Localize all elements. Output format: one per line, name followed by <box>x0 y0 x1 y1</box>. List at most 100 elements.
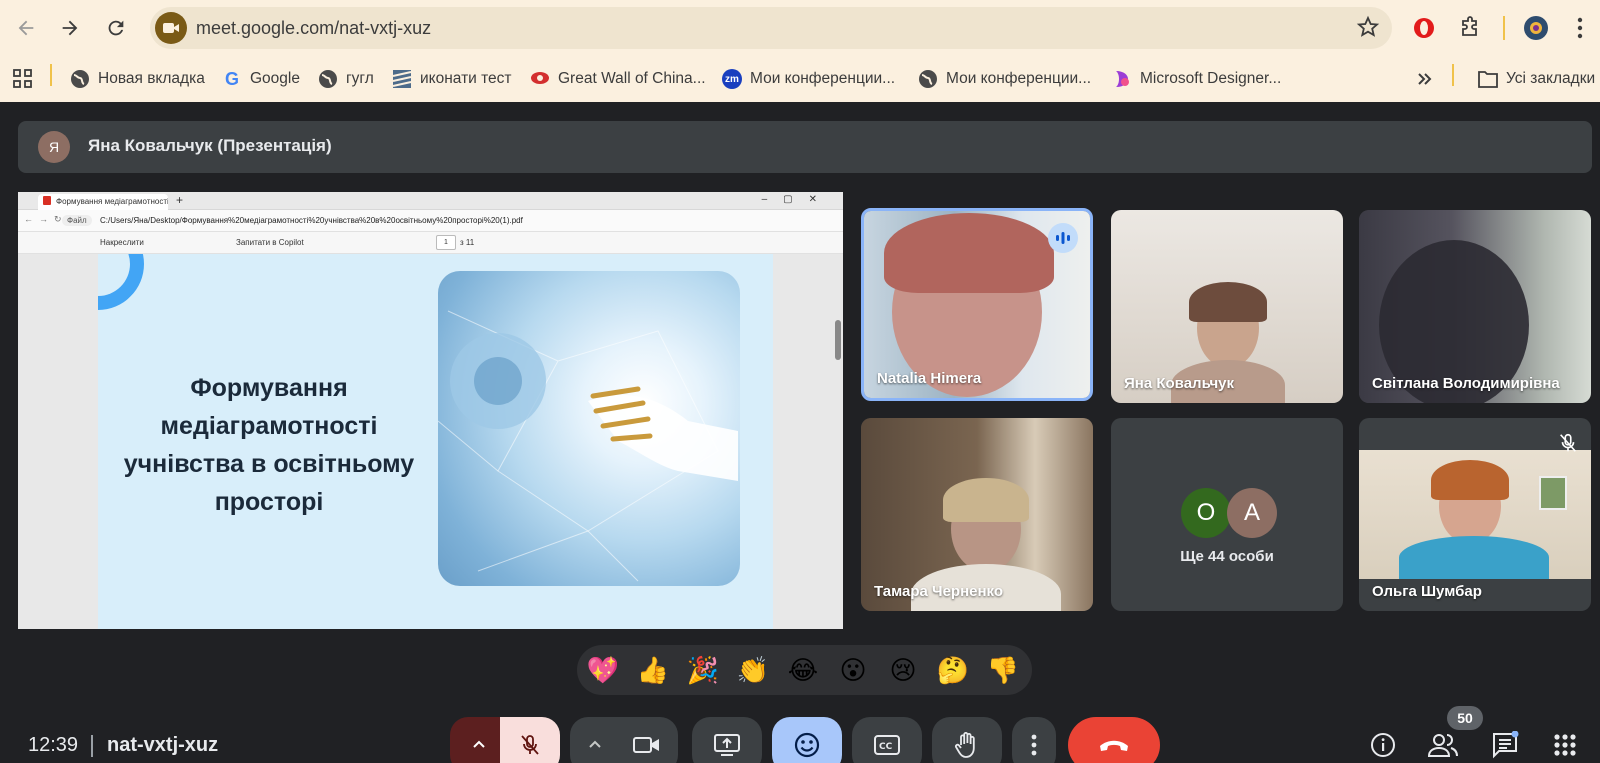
captions-icon: CC <box>874 735 900 755</box>
speaking-indicator-icon <box>1048 223 1078 253</box>
globe-icon <box>918 69 938 89</box>
emoji-icon <box>794 732 820 758</box>
people-count-badge: 50 <box>1447 706 1483 730</box>
more-options-button[interactable] <box>1012 717 1056 763</box>
back-button[interactable] <box>12 14 40 42</box>
meeting-code: nat-vxtj-xuz <box>107 734 219 756</box>
participant-tile[interactable]: Ольга Шумбар <box>1359 418 1591 611</box>
pdf-tab-icon <box>43 196 51 205</box>
camera-toggle-button[interactable] <box>616 717 678 763</box>
participant-tile[interactable]: Світлана Володимирівна <box>1359 210 1591 403</box>
participant-name: Яна Ковальчук <box>1124 375 1235 392</box>
browser-menu-icon[interactable] <box>1566 14 1594 42</box>
reaction-thumbs-down[interactable]: 👎 <box>985 653 1021 689</box>
bookmark-star-icon[interactable] <box>1356 15 1380 44</box>
reactions-button[interactable] <box>772 717 842 763</box>
shared-scrollbar <box>835 320 841 360</box>
bookmark-item[interactable]: zm Мои конференции... <box>722 66 895 92</box>
bookmarks-separator <box>50 64 52 86</box>
profile-avatar[interactable] <box>1522 14 1550 42</box>
stack-icon <box>392 69 412 89</box>
participant-name: Тамара Черненко <box>874 583 1004 600</box>
participant-name: Ольга Шумбар <box>1372 583 1482 600</box>
presenter-banner: Я Яна Ковальчук (Презентація) <box>18 121 1592 173</box>
avatar: Я <box>38 131 70 163</box>
page-total: з 11 <box>460 238 475 247</box>
reaction-laugh[interactable]: 😂 <box>785 653 821 689</box>
mic-off-icon <box>521 735 539 755</box>
hair <box>884 213 1054 293</box>
activities-grid-icon[interactable] <box>1550 730 1580 760</box>
site-info-icon[interactable] <box>155 12 187 44</box>
browser-toolbar: meet.google.com/nat-vxtj-xuz <box>0 0 1600 56</box>
page-number-field: 1 <box>436 235 456 250</box>
leave-call-button[interactable] <box>1068 717 1160 763</box>
extensions-puzzle-icon[interactable] <box>1456 14 1484 42</box>
bookmark-item[interactable]: гугл <box>318 66 374 92</box>
bookmark-item[interactable]: иконати тест <box>392 66 512 92</box>
apps-grid-icon[interactable] <box>12 66 34 92</box>
zoom-icon: zm <box>722 69 742 89</box>
slide-decoration <box>98 254 164 330</box>
bookmark-item[interactable]: G Google <box>222 66 300 92</box>
slide: Формування медіаграмотності учнівства в … <box>98 254 773 629</box>
shared-screen: Формування медіаграмотності + –▢✕ ←→↻ Фа… <box>18 192 843 629</box>
captions-button[interactable]: CC <box>852 717 922 763</box>
reaction-clap[interactable]: 👏 <box>735 653 771 689</box>
participant-tile[interactable]: Яна Ковальчук <box>1111 210 1343 403</box>
present-screen-button[interactable] <box>692 717 762 763</box>
bookmark-item[interactable]: Новая вкладка <box>70 66 205 92</box>
avatar: А <box>1227 488 1277 538</box>
raise-hand-button[interactable] <box>932 717 1002 763</box>
file-chip: Файл <box>62 215 92 226</box>
pdf-canvas: Формування медіаграмотності учнівства в … <box>18 254 843 629</box>
hair <box>1189 282 1267 322</box>
chevron-up-icon <box>589 740 601 748</box>
others-count: Ще 44 особи <box>1180 548 1274 565</box>
folder-icon <box>1478 69 1498 89</box>
reload-button[interactable] <box>102 14 130 42</box>
bookmarks-separator <box>1452 64 1454 86</box>
present-icon <box>714 734 740 756</box>
people-icon[interactable] <box>1428 730 1458 760</box>
google-icon: G <box>224 68 239 89</box>
bookmark-item[interactable]: Great Wall of China... <box>530 66 706 92</box>
video-options-button[interactable] <box>570 717 620 763</box>
window-controls: –▢✕ <box>761 194 833 205</box>
opera-extension-icon[interactable] <box>1410 14 1438 42</box>
mic-off-icon <box>1555 430 1581 456</box>
shared-address-bar: ←→↻ Файл C:/Users/Яна/Desktop/Формування… <box>18 210 843 232</box>
shared-path: C:/Users/Яна/Desktop/Формування%20медіаг… <box>100 216 523 225</box>
draw-tool: Накреслити <box>100 238 144 247</box>
reaction-thinking[interactable]: 🤔 <box>935 653 971 689</box>
forward-button[interactable] <box>56 14 84 42</box>
meeting-info-icon[interactable] <box>1368 730 1398 760</box>
reaction-thumbs-up[interactable]: 👍 <box>635 653 671 689</box>
participant-tile[interactable]: Тамара Черненко <box>861 418 1093 611</box>
address-bar[interactable]: meet.google.com/nat-vxtj-xuz <box>150 7 1392 49</box>
toolbar-separator <box>1503 16 1505 40</box>
copilot-tool: Запитати в Copilot <box>236 238 304 247</box>
participant-tile[interactable]: Natalia Himera <box>861 208 1093 401</box>
participant-name: Світлана Володимирівна <box>1372 375 1560 392</box>
chat-icon[interactable] <box>1490 730 1520 760</box>
hand-icon <box>955 732 975 758</box>
designer-icon <box>1112 69 1132 89</box>
bookmark-item[interactable]: Microsoft Designer... <box>1112 66 1281 92</box>
mic-toggle-button[interactable] <box>500 717 560 763</box>
wall-picture <box>1539 476 1567 510</box>
more-bookmarks-icon[interactable] <box>1416 66 1434 92</box>
bookmark-item[interactable]: Мои конференции... <box>918 66 1091 92</box>
browser-chrome: meet.google.com/nat-vxtj-xuz Новая вклад… <box>0 0 1600 102</box>
reaction-surprised[interactable]: 😮 <box>835 653 871 689</box>
others-tile[interactable]: О А Ще 44 особи <box>1111 418 1343 611</box>
reaction-sad[interactable]: 😢 <box>885 653 921 689</box>
svg-text:CC: CC <box>879 742 893 752</box>
hair <box>943 478 1029 522</box>
new-tab-icon: + <box>176 193 184 207</box>
reaction-party[interactable]: 🎉 <box>685 653 721 689</box>
reaction-heart[interactable]: 💖 <box>585 653 621 689</box>
all-bookmarks-button[interactable]: Усі закладки <box>1478 66 1595 92</box>
arrow-right-icon <box>62 20 78 36</box>
current-time: 12:39 <box>28 734 79 756</box>
